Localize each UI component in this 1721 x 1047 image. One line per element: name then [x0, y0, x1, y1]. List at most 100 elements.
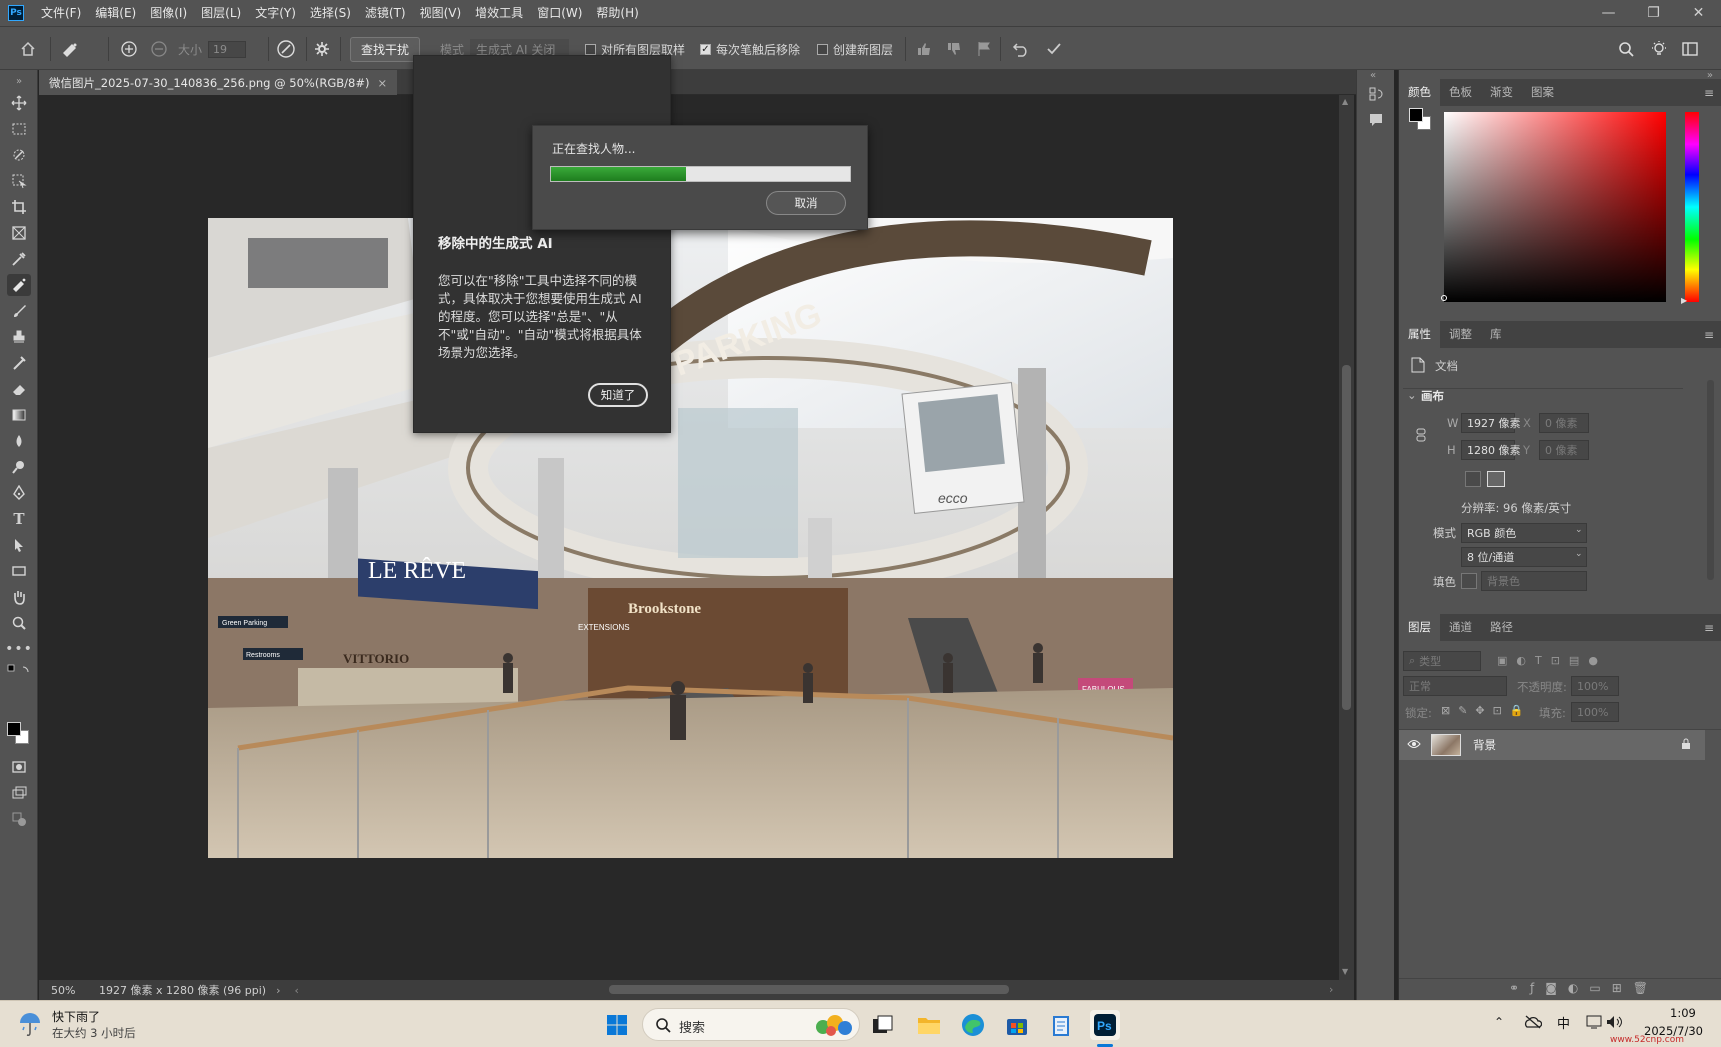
more-tools-icon[interactable]: •••	[5, 638, 32, 660]
blur-tool-icon[interactable]	[7, 430, 31, 452]
vertical-scrollbar[interactable]: ▲ ▼	[1339, 95, 1354, 980]
task-view-icon[interactable]	[868, 1010, 898, 1040]
menu-window[interactable]: 窗口(W)	[530, 0, 589, 26]
history-panel-icon[interactable]	[1368, 86, 1384, 102]
comments-panel-icon[interactable]	[1368, 112, 1384, 128]
vertical-scroll-thumb[interactable]	[1342, 365, 1351, 710]
width-field[interactable]: 1927 像素	[1461, 413, 1521, 433]
close-button[interactable]: ✕	[1676, 5, 1721, 21]
menu-select[interactable]: 选择(S)	[303, 0, 358, 26]
scroll-up-icon[interactable]: ▲	[1342, 97, 1348, 106]
discover-bulb-icon[interactable]	[1650, 27, 1668, 71]
blend-mode-select[interactable]: 正常	[1403, 676, 1507, 696]
edge-browser-icon[interactable]	[958, 1010, 988, 1040]
new-layer-checkbox[interactable]: 创建新图层	[817, 27, 893, 71]
size-value[interactable]: 19	[208, 40, 246, 58]
tab-gradients[interactable]: 渐变	[1481, 79, 1522, 106]
foreground-color-swatch[interactable]	[7, 722, 21, 736]
photoshop-taskbar-icon[interactable]: Ps	[1090, 1010, 1120, 1040]
hue-slider[interactable]	[1685, 112, 1699, 302]
zoom-level[interactable]: 50%	[51, 984, 91, 997]
crop-tool-icon[interactable]	[7, 196, 31, 218]
layer-kind-filter[interactable]: ⌕ 类型	[1403, 651, 1481, 671]
commit-check-icon[interactable]	[1046, 27, 1062, 71]
size-field[interactable]: 19	[208, 27, 246, 71]
checkbox-checked-icon[interactable]: ✓	[700, 43, 711, 55]
document-tab[interactable]: 微信图片_2025-07-30_140836_256.png @ 50%(RGB…	[39, 70, 398, 95]
foreground-color-swatch[interactable]	[1409, 108, 1423, 122]
canvas-section-chevron-icon[interactable]: ⌄	[1407, 388, 1417, 402]
properties-scrollbar[interactable]	[1707, 380, 1714, 580]
color-panel-menu-icon[interactable]: ≡	[1704, 86, 1714, 100]
pen-tool-icon[interactable]	[7, 482, 31, 504]
height-field[interactable]: 1280 像素	[1461, 440, 1521, 460]
menu-filter[interactable]: 滤镜(T)	[358, 0, 413, 26]
tab-layers[interactable]: 图层	[1399, 614, 1440, 641]
network-icon[interactable]	[1586, 1015, 1602, 1029]
taskbar-search-box[interactable]: 搜索	[642, 1008, 860, 1041]
workspace-icon[interactable]	[1682, 27, 1698, 71]
thumbs-down-icon[interactable]	[946, 27, 962, 71]
tab-adjustments[interactable]: 调整	[1440, 321, 1481, 348]
fill-select[interactable]: 背景色	[1481, 571, 1587, 591]
close-tab-icon[interactable]: ×	[377, 76, 387, 90]
subtract-brush-mode-icon[interactable]	[150, 27, 168, 71]
add-brush-mode-icon[interactable]	[120, 27, 138, 71]
menu-help[interactable]: 帮助(H)	[589, 0, 645, 26]
layer-row-background[interactable]: 背景	[1399, 730, 1705, 760]
remove-after-stroke-checkbox[interactable]: ✓ 每次笔触后移除	[700, 27, 800, 71]
tab-swatches[interactable]: 色板	[1440, 79, 1481, 106]
home-icon[interactable]	[20, 27, 36, 71]
layers-panel-menu-icon[interactable]: ≡	[1704, 621, 1714, 635]
menu-plugins[interactable]: 增效工具	[468, 0, 530, 26]
screen-mode-icon[interactable]	[7, 782, 31, 804]
marquee-tool-icon[interactable]	[7, 118, 31, 140]
remove-tool-preset-icon[interactable]	[60, 27, 80, 71]
tab-color[interactable]: 颜色	[1399, 79, 1440, 106]
properties-panel-menu-icon[interactable]: ≡	[1704, 328, 1714, 342]
collapse-panels-icon[interactable]: «	[1370, 70, 1376, 81]
landscape-orientation-icon[interactable]	[1487, 471, 1505, 487]
microsoft-store-icon[interactable]	[1002, 1010, 1032, 1040]
color-mode-select[interactable]: RGB 颜色	[1461, 523, 1587, 543]
weather-title[interactable]: 快下雨了	[52, 1008, 100, 1025]
rectangle-tool-icon[interactable]	[7, 560, 31, 582]
find-distractions-button[interactable]: 查找干扰	[350, 27, 421, 71]
history-brush-tool-icon[interactable]	[7, 352, 31, 374]
start-windows-icon[interactable]	[602, 1010, 632, 1040]
type-tool-icon[interactable]: T	[7, 508, 31, 530]
tab-properties[interactable]: 属性	[1399, 321, 1440, 348]
opacity-field[interactable]: 100%	[1571, 676, 1619, 696]
flag-icon[interactable]	[976, 27, 992, 71]
eraser-tool-icon[interactable]	[7, 378, 31, 400]
got-it-button[interactable]: 知道了	[588, 383, 648, 407]
checkbox-unchecked-icon[interactable]	[817, 43, 828, 55]
tab-libraries[interactable]: 库	[1481, 321, 1511, 348]
minimize-button[interactable]: —	[1586, 5, 1631, 21]
clock-time[interactable]: 1:09	[1670, 1006, 1696, 1020]
horizontal-scroll-thumb[interactable]	[609, 985, 1009, 994]
move-tool-icon[interactable]	[7, 92, 31, 114]
weather-subtitle[interactable]: 在大约 3 小时后	[52, 1025, 136, 1041]
ime-indicator[interactable]: 中	[1557, 1013, 1570, 1032]
settings-gear-icon[interactable]	[314, 27, 330, 71]
scroll-left-icon[interactable]: ‹	[295, 984, 299, 997]
quick-mask-icon[interactable]	[7, 756, 31, 778]
clone-stamp-tool-icon[interactable]	[7, 326, 31, 348]
default-colors-icon[interactable]	[7, 660, 31, 682]
thumbs-up-icon[interactable]	[916, 27, 932, 71]
menu-image[interactable]: 图像(I)	[143, 0, 194, 26]
dodge-tool-icon[interactable]	[7, 456, 31, 478]
fill-opacity-field[interactable]: 100%	[1571, 702, 1619, 722]
pressure-size-icon[interactable]	[276, 27, 296, 71]
tray-overflow-icon[interactable]: ⌃	[1494, 1015, 1504, 1029]
menu-edit[interactable]: 编辑(E)	[88, 0, 143, 26]
layer-name[interactable]: 背景	[1473, 737, 1496, 753]
weather-rain-icon[interactable]	[18, 1011, 42, 1037]
zoom-tool-icon[interactable]	[7, 612, 31, 634]
onedrive-icon[interactable]	[1524, 1015, 1542, 1029]
restore-button[interactable]: ❐	[1631, 5, 1676, 21]
checkbox-unchecked-icon[interactable]	[585, 43, 596, 55]
undo-icon[interactable]	[1012, 27, 1030, 71]
path-selection-tool-icon[interactable]	[7, 534, 31, 556]
